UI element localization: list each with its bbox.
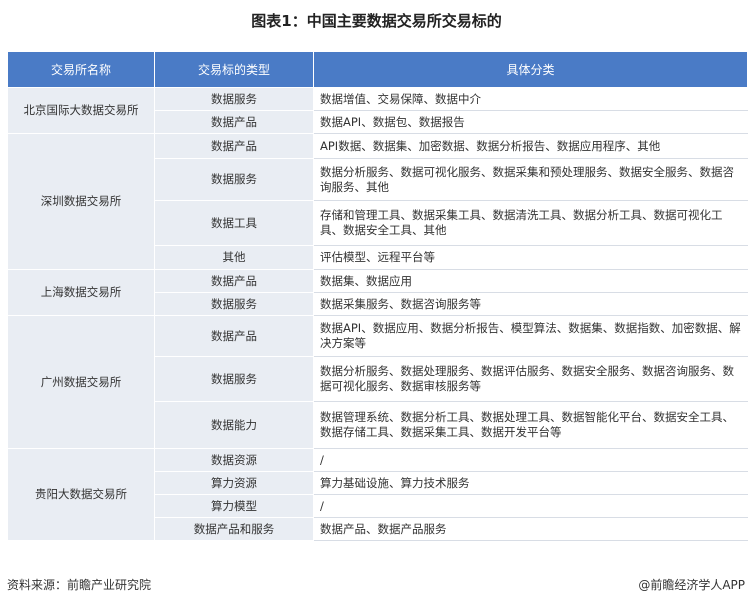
trade-type-cell: 数据能力 (154, 401, 314, 449)
detail-category-cell: 数据管理系统、数据分析工具、数据处理工具、数据智能化平台、数据安全工具、数据存储… (313, 401, 748, 449)
trade-type-cell: 算力资源 (154, 471, 314, 495)
detail-category-cell: API数据、数据集、加密数据、数据分析报告、数据应用程序、其他 (313, 133, 748, 159)
detail-category-cell: / (313, 448, 748, 472)
trade-type-cell: 其他 (154, 245, 314, 270)
table-row: 深圳数据交易所 数据产品 API数据、数据集、加密数据、数据分析报告、数据应用程序、… (7, 133, 748, 270)
detail-category-cell: 数据集、数据应用 (313, 269, 748, 293)
trade-type-cell: 数据服务 (154, 158, 314, 201)
trade-type-cell: 数据产品和服务 (154, 517, 314, 541)
detail-category-cell: 数据API、数据包、数据报告 (313, 110, 748, 134)
exchange-name-cell: 广州数据交易所 (7, 315, 155, 449)
header-trade-type: 交易标的类型 (154, 51, 314, 88)
source-note: 资料来源：前瞻产业研究院 (7, 578, 152, 592)
table-header-row: 交易所名称 交易标的类型 具体分类 (7, 51, 748, 88)
trade-type-cell: 算力模型 (154, 494, 314, 518)
header-exchange-name: 交易所名称 (7, 51, 155, 88)
detail-category-cell: 数据分析服务、数据处理服务、数据评估服务、数据安全服务、数据咨询服务、数据可视化… (313, 356, 748, 402)
trade-type-cell: 数据产品 (154, 110, 314, 134)
detail-category-cell: 数据增值、交易保障、数据中介 (313, 87, 748, 111)
detail-category-cell: 数据产品、数据产品服务 (313, 517, 748, 541)
trade-type-cell: 数据产品 (154, 269, 314, 293)
table-row: 北京国际大数据交易所 数据服务 数据增值、交易保障、数据中介 (7, 87, 748, 134)
detail-category-cell: 算力基础设施、算力技术服务 (313, 471, 748, 495)
table-body: 北京国际大数据交易所 数据服务 数据增值、交易保障、数据中介 数据产品 数据API、数据… (7, 87, 748, 541)
exchange-name-cell: 北京国际大数据交易所 (7, 87, 155, 134)
table-row: 贵阳大数据交易所 数据资源 / (7, 448, 748, 541)
header-detail-category: 具体分类 (313, 51, 748, 88)
exchange-table: 交易所名称 交易标的类型 具体分类 北京国际大数据交易所 数据服务 数据增值、交易保… (7, 51, 748, 541)
detail-category-cell: 存储和管理工具、数据采集工具、数据清洗工具、数据分析工具、数据可视化工具、数据安… (313, 200, 748, 246)
trade-type-cell: 数据工具 (154, 200, 314, 246)
table-row: 上海数据交易所 数据产品 数据集、数据应用 (7, 269, 748, 316)
trade-type-cell: 数据产品 (154, 133, 314, 159)
trade-type-cell: 数据产品 (154, 315, 314, 357)
figure-title: 图表1：中国主要数据交易所交易标的 (251, 12, 502, 30)
trade-type-cell: 数据资源 (154, 448, 314, 472)
detail-category-cell: 数据分析服务、数据可视化服务、数据采集和预处理服务、数据安全服务、数据咨询服务、… (313, 158, 748, 201)
detail-category-cell: 数据采集服务、数据咨询服务等 (313, 292, 748, 316)
credit-note: @前瞻经济学人APP (638, 578, 745, 592)
detail-category-cell: 数据API、数据应用、数据分析报告、模型算法、数据集、数据指数、加密数据、解决方… (313, 315, 748, 357)
detail-category-cell: 评估模型、远程平台等 (313, 245, 748, 270)
exchange-name-cell: 上海数据交易所 (7, 269, 155, 316)
table-row: 广州数据交易所 数据产品 数据API、数据应用、数据分析报告、模型算法、数据集、数据… (7, 315, 748, 449)
exchange-name-cell: 贵阳大数据交易所 (7, 448, 155, 541)
detail-category-cell: / (313, 494, 748, 518)
trade-type-cell: 数据服务 (154, 292, 314, 316)
trade-type-cell: 数据服务 (154, 87, 314, 111)
trade-type-cell: 数据服务 (154, 356, 314, 402)
exchange-name-cell: 深圳数据交易所 (7, 133, 155, 270)
